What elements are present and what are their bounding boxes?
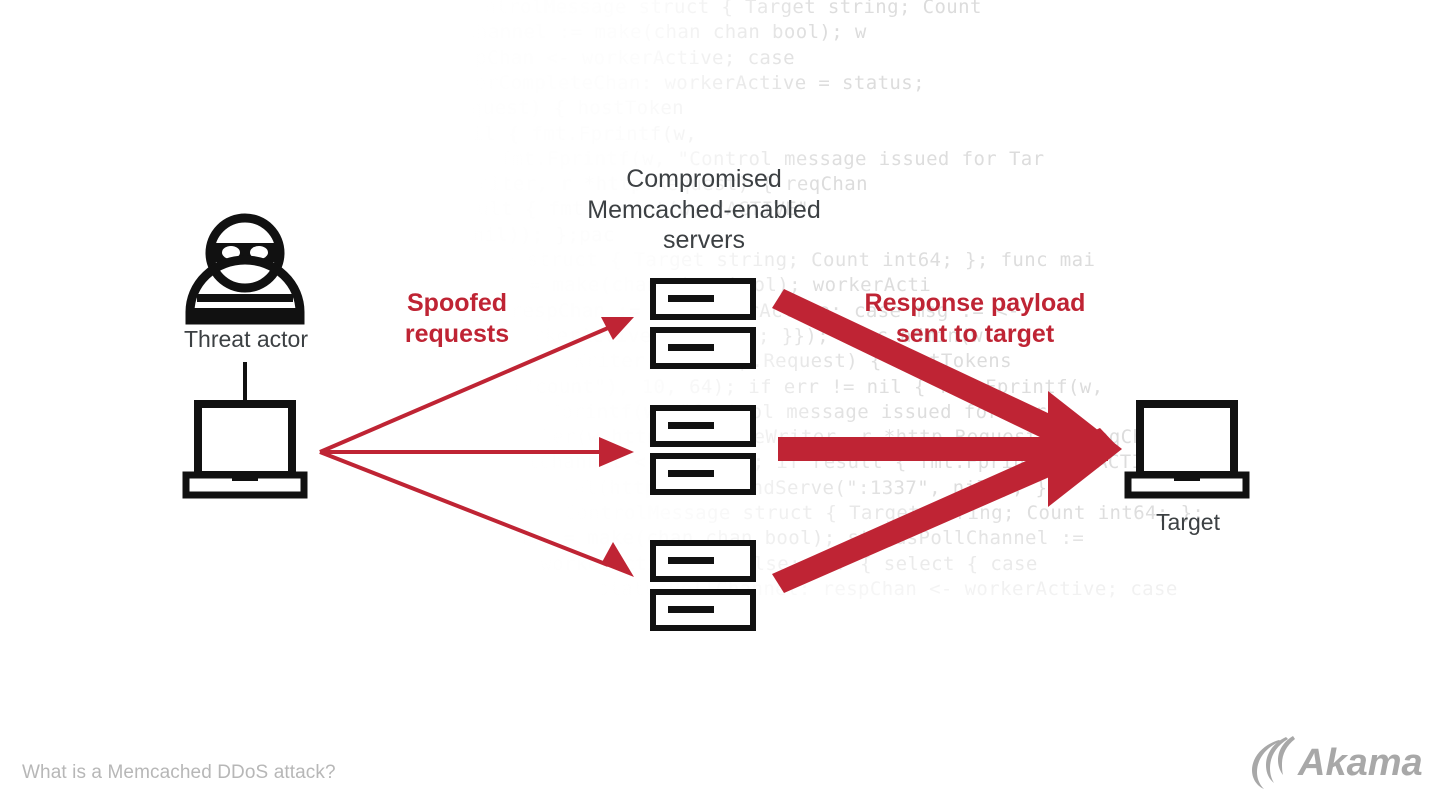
server-icon (650, 405, 756, 447)
servers-label-line-1: Compromised (626, 165, 782, 193)
spoofed-requests-label-line-1: Spoofed (407, 289, 507, 317)
akamai-wordmark: Akamai (1297, 742, 1422, 784)
server-icon (650, 540, 756, 582)
server-icon (650, 278, 756, 320)
server-icon (650, 327, 756, 369)
diagram-canvas: workerActive bool; Timestamp "time" }; t… (0, 0, 1440, 810)
threat-actor-label: Threat actor (184, 326, 308, 352)
response-payload-label-line-1: Response payload (864, 289, 1086, 317)
server-icon (650, 589, 756, 631)
servers-label-line-2: Memcached-enabled (587, 195, 821, 224)
diagram-artwork (182, 213, 1250, 631)
spoofed-requests-arrows (319, 317, 634, 577)
server-group-bottom (650, 540, 756, 631)
server-icon (650, 453, 756, 495)
server-group-middle (650, 405, 756, 495)
target-laptop-icon (1124, 400, 1250, 499)
burglar-icon (185, 213, 305, 325)
response-payload-label: Response payload sent to target (838, 288, 1112, 349)
akamai-logo: Akamai (1252, 736, 1422, 789)
spoofed-requests-label: Spoofed requests (368, 288, 546, 349)
footer-caption: What is a Memcached DDoS attack? (22, 762, 336, 783)
response-payload-label-line-2: sent to target (895, 319, 1055, 348)
threat-actor-laptop-icon (182, 400, 308, 499)
target-label: Target (1156, 509, 1220, 535)
spoofed-requests-label-line-2: requests (404, 319, 510, 348)
server-group-top (650, 278, 756, 369)
servers-label: Compromised Memcached-enabled servers (573, 164, 835, 256)
akamai-swoosh-icon (1252, 736, 1295, 789)
servers-label-line-3: servers (663, 226, 745, 254)
